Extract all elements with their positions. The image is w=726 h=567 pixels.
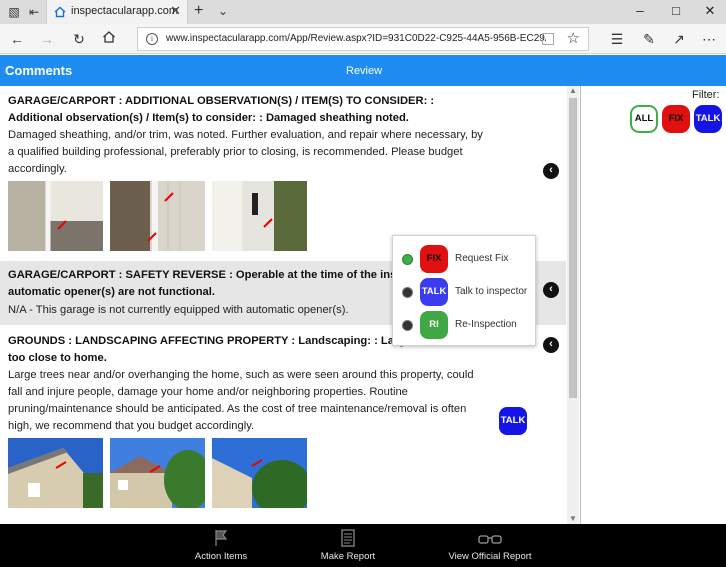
close-window-icon[interactable]: ✕ xyxy=(700,3,720,19)
flag-icon xyxy=(215,530,228,546)
favorites-hub-icon[interactable]: ☰ xyxy=(608,30,626,48)
app-header: Comments Review xyxy=(0,55,726,86)
favorite-star-icon[interactable]: ☆ xyxy=(567,30,580,48)
comment-item: GROUNDS : LANDSCAPING AFFECTING PROPERTY… xyxy=(0,328,566,524)
popup-item-talk[interactable]: TALK Talk to inspector xyxy=(393,275,537,309)
item-menu-chevron-icon[interactable]: ‹ xyxy=(543,282,559,298)
radio-icon[interactable] xyxy=(402,320,413,331)
maximize-icon[interactable]: □ xyxy=(666,3,686,19)
photo-thumbnail[interactable] xyxy=(212,438,307,508)
back-icon[interactable]: ← xyxy=(8,30,26,48)
tab-title: inspectacularapp.com xyxy=(71,5,179,17)
comment-item: GARAGE/CARPORT : ADDITIONAL OBSERVATION(… xyxy=(0,86,566,258)
view-official-report-button[interactable]: View Official Report xyxy=(440,528,540,562)
forward-icon[interactable]: → xyxy=(38,30,56,48)
page-title: Comments xyxy=(5,63,73,78)
action-popup-menu: FIX Request Fix TALK Talk to inspector R… xyxy=(392,235,536,346)
new-tab-icon[interactable]: + xyxy=(194,2,203,20)
bottom-nav: Action Items Make Report View Official R… xyxy=(0,524,726,567)
more-icon[interactable]: ⋯ xyxy=(700,30,718,48)
tab-manager-icon[interactable]: ▧ xyxy=(6,4,22,20)
make-report-button[interactable]: Make Report xyxy=(313,528,383,562)
radio-selected-icon[interactable] xyxy=(402,254,413,265)
refresh-icon[interactable]: ↻ xyxy=(70,30,88,48)
filter-talk-button[interactable]: TALK xyxy=(694,105,722,133)
photo-thumbnail[interactable] xyxy=(110,181,205,251)
scroll-up-icon[interactable]: ▲ xyxy=(569,86,577,95)
radio-icon[interactable] xyxy=(402,287,413,298)
browser-tab[interactable]: inspectacularapp.com ✕ xyxy=(46,0,188,24)
fix-badge: FIX xyxy=(420,245,448,273)
photo-thumbnail[interactable] xyxy=(212,181,307,251)
close-tab-icon[interactable]: ✕ xyxy=(170,4,181,18)
comment-body: Damaged sheathing, and/or trim, was note… xyxy=(8,129,483,175)
comment-body: Large trees near and/or overhanging the … xyxy=(8,369,474,432)
popup-item-request-fix[interactable]: FIX Request Fix xyxy=(393,242,537,276)
site-info-icon[interactable]: i xyxy=(146,33,158,45)
filter-fix-button[interactable]: FIX xyxy=(662,105,690,133)
action-items-label: Action Items xyxy=(194,551,248,562)
reading-view-icon[interactable] xyxy=(542,33,554,45)
scroll-down-icon[interactable]: ▼ xyxy=(569,514,577,523)
comment-heading: GARAGE/CARPORT : ADDITIONAL OBSERVATION(… xyxy=(8,95,435,124)
photo-thumbnail[interactable] xyxy=(8,438,103,508)
view-title: Review xyxy=(346,65,383,77)
home-icon[interactable] xyxy=(100,30,118,48)
item-menu-chevron-icon[interactable]: ‹ xyxy=(543,163,559,179)
glasses-icon xyxy=(478,535,502,544)
url-text: www.inspectacularapp.com/App/Review.aspx… xyxy=(166,33,546,44)
talk-status-badge[interactable]: TALK xyxy=(499,407,527,435)
panel-divider xyxy=(580,86,581,524)
scroll-thumb[interactable] xyxy=(569,98,577,398)
browser-nav-bar: ← → ↻ i www.inspectacularapp.com/App/Rev… xyxy=(0,24,726,54)
home-favicon-icon xyxy=(54,6,66,18)
pen-icon[interactable]: ✎ xyxy=(640,30,658,48)
filter-label: Filter: xyxy=(692,89,720,101)
action-items-button[interactable]: Action Items xyxy=(186,528,256,562)
share-icon[interactable]: ↗ xyxy=(670,30,688,48)
talk-badge: TALK xyxy=(420,278,448,306)
address-bar[interactable]: i www.inspectacularapp.com/App/Review.as… xyxy=(137,27,589,51)
item-menu-chevron-icon[interactable]: ‹ xyxy=(543,337,559,353)
make-report-label: Make Report xyxy=(320,551,376,562)
document-icon xyxy=(341,529,355,547)
photo-thumbnail[interactable] xyxy=(8,181,103,251)
ri-badge: RI xyxy=(420,311,448,339)
popup-item-label: Re-Inspection xyxy=(455,319,517,330)
popup-item-label: Request Fix xyxy=(455,253,509,264)
set-aside-tabs-icon[interactable]: ⇤ xyxy=(26,4,42,20)
content-scrollbar[interactable]: ▲ ▼ xyxy=(567,86,579,524)
minimize-icon[interactable]: – xyxy=(630,3,650,19)
filter-all-button[interactable]: ALL xyxy=(630,105,658,133)
tab-preview-chevron-icon[interactable]: ⌄ xyxy=(218,4,228,18)
popup-item-label: Talk to inspector xyxy=(455,286,528,297)
popup-item-reinspection[interactable]: RI Re-Inspection xyxy=(393,308,537,342)
view-official-report-label: View Official Report xyxy=(448,551,532,562)
browser-tab-strip: ▧ ⇤ inspectacularapp.com ✕ + ⌄ – □ ✕ xyxy=(0,0,726,24)
photo-thumbnail[interactable] xyxy=(110,438,205,508)
